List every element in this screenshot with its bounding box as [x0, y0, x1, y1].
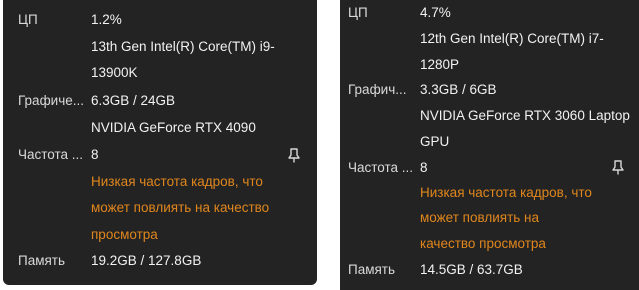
- gpu-label: Графиче...: [18, 93, 85, 108]
- memory-label: Память: [18, 253, 66, 268]
- cpu-model-line-2: 1280P: [420, 57, 460, 72]
- memory-label: Память: [348, 262, 396, 277]
- fps-label: Частота ...: [348, 160, 414, 175]
- stats-panel-left: ЦП 1.2% 13th Gen Intel(R) Core(TM) i9- 1…: [3, 0, 317, 285]
- cpu-model-line-1: 13th Gen Intel(R) Core(TM) i9-: [91, 39, 275, 54]
- cpu-label: ЦП: [18, 12, 38, 27]
- gpu-value: 3.3GB / 6GB: [420, 82, 497, 97]
- pin-icon[interactable]: [288, 148, 302, 164]
- gpu-model: NVIDIA GeForce RTX 4090: [91, 120, 256, 135]
- gpu-value: 6.3GB / 24GB: [91, 93, 176, 108]
- gpu-label: Графич...: [348, 82, 407, 97]
- gpu-model-line-2: GPU: [420, 134, 450, 149]
- pin-icon[interactable]: [612, 160, 626, 176]
- cpu-value: 4.7%: [420, 5, 451, 20]
- fps-value: 8: [420, 160, 428, 175]
- low-fps-warning-line-2: может повлиять на: [420, 210, 540, 225]
- cpu-model-line-2: 13900K: [91, 65, 138, 80]
- stats-panel-right: ЦП 4.7% 12th Gen Intel(R) Core(TM) i7- 1…: [340, 0, 639, 290]
- low-fps-warning-line-3: качество просмотра: [420, 236, 546, 251]
- memory-value: 14.5GB / 63.7GB: [420, 262, 523, 277]
- low-fps-warning-line-1: Низкая частота кадров, что: [91, 174, 263, 189]
- fps-label: Частота ...: [18, 147, 84, 162]
- cpu-value: 1.2%: [91, 12, 122, 27]
- gpu-model-line-1: NVIDIA GeForce RTX 3060 Laptop: [420, 108, 630, 123]
- cpu-model-line-1: 12th Gen Intel(R) Core(TM) i7-: [420, 31, 604, 46]
- memory-value: 19.2GB / 127.8GB: [91, 253, 202, 268]
- low-fps-warning-line-2: может повлиять на качество: [91, 200, 270, 215]
- cpu-label: ЦП: [348, 5, 368, 20]
- low-fps-warning-line-1: Низкая частота кадров, что: [420, 185, 592, 200]
- fps-value: 8: [91, 147, 99, 162]
- low-fps-warning-line-3: просмотра: [91, 227, 158, 242]
